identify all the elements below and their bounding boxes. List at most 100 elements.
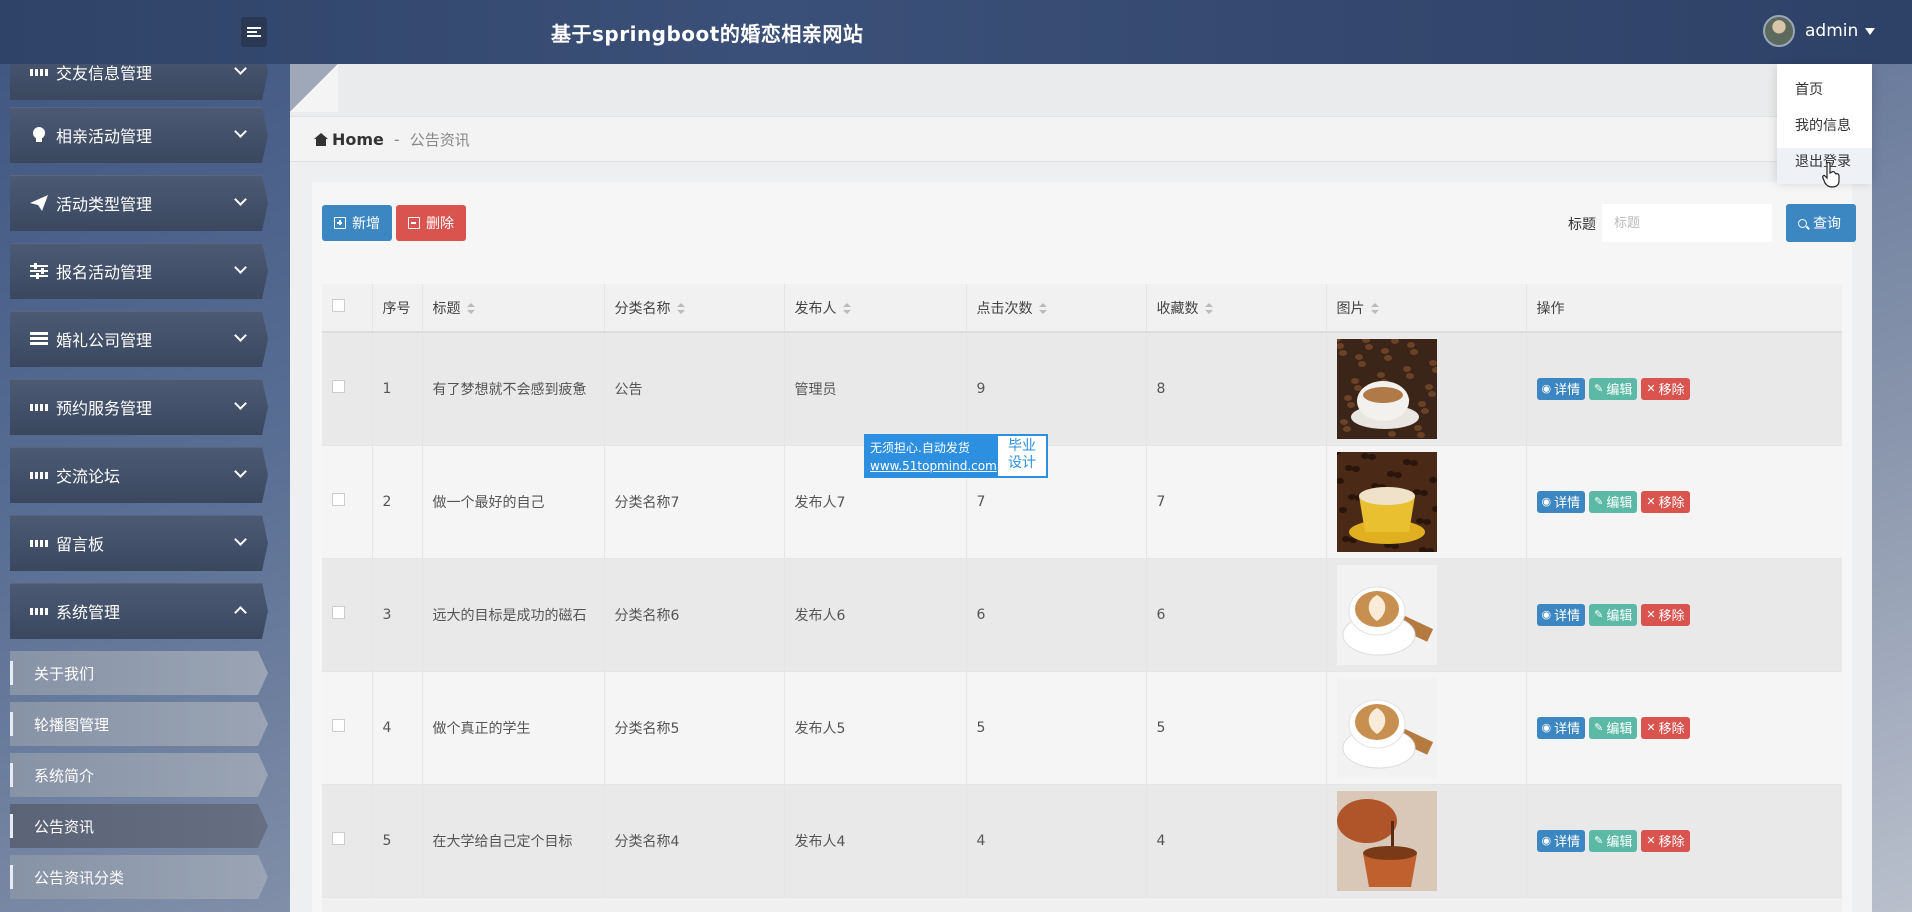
row-select-cell[interactable]	[322, 445, 373, 559]
sort-icon[interactable]	[1038, 303, 1047, 314]
sidebar-item-wedding-company[interactable]: 婚礼公司管理	[10, 311, 268, 367]
edit-button[interactable]: ✎ 编辑	[1589, 716, 1638, 739]
close-icon: ✕	[1646, 608, 1656, 621]
cell-publisher: 发布人6	[784, 558, 967, 672]
row-checkbox[interactable]	[332, 493, 345, 506]
sidebar-item-system[interactable]: 系统管理	[10, 583, 268, 639]
sidebar-item-activity-type[interactable]: 活动类型管理	[10, 175, 268, 231]
sidebar-subitem-about[interactable]: 关于我们	[10, 651, 268, 695]
select-all-cell[interactable]	[322, 284, 373, 333]
remove-button[interactable]: ✕ 移除	[1641, 377, 1690, 400]
menu-toggle-button[interactable]	[241, 17, 267, 47]
detail-button[interactable]: ◉ 详情	[1536, 377, 1586, 400]
search-button-label: 查询	[1813, 216, 1841, 232]
sidebar-item-registration[interactable]: 报名活动管理	[10, 243, 268, 299]
eye-icon: ◉	[1541, 608, 1552, 621]
edit-button[interactable]: ✎ 编辑	[1589, 490, 1638, 513]
delete-button[interactable]: 删除	[396, 205, 466, 241]
grid-icon	[30, 534, 48, 552]
edit-button[interactable]: ✎ 编辑	[1589, 603, 1638, 626]
sort-icon[interactable]	[1370, 303, 1379, 314]
server-icon	[30, 330, 48, 348]
row-select-cell[interactable]	[322, 671, 373, 785]
sidebar-item-forum[interactable]: 交流论坛	[10, 447, 268, 503]
row-checkbox[interactable]	[332, 606, 345, 619]
user-menu-toggle[interactable]: admin	[1763, 14, 1876, 48]
cell-index: 5	[372, 784, 423, 898]
row-checkbox[interactable]	[332, 380, 345, 394]
column-header[interactable]: 点击次数	[966, 284, 1147, 333]
sort-icon[interactable]	[1204, 303, 1213, 314]
row-select-cell[interactable]	[322, 332, 373, 446]
row-actions: ◉ 详情 ✎ 编辑 ✕ 移除	[1536, 490, 1842, 513]
search-icon	[1798, 218, 1807, 228]
hand-cursor-icon	[1822, 162, 1840, 188]
cell-category: 分类名称6	[604, 558, 785, 672]
detail-button[interactable]: ◉ 详情	[1536, 716, 1586, 739]
detail-button[interactable]: ◉ 详情	[1536, 603, 1586, 626]
row-checkbox[interactable]	[332, 832, 345, 845]
main-content: Home - 公告资讯 新增 删除 标题 查询	[290, 64, 1872, 912]
edit-button[interactable]: ✎ 编辑	[1589, 829, 1638, 852]
column-header-label: 发布人	[794, 300, 837, 317]
cell-index: 2	[372, 445, 423, 559]
cell-category: 公告	[604, 332, 785, 446]
remove-button[interactable]: ✕ 移除	[1641, 490, 1690, 513]
sidebar-subitem-notice-category[interactable]: 公告资讯分类	[10, 855, 268, 899]
edit-icon: ✎	[1594, 834, 1604, 847]
close-icon: ✕	[1646, 721, 1656, 734]
sort-icon[interactable]	[676, 303, 685, 314]
list-panel: 新增 删除 标题 查询 序号	[312, 182, 1856, 912]
breadcrumb-home[interactable]: Home	[332, 130, 384, 149]
eye-icon: ◉	[1541, 382, 1552, 396]
sidebar-subitem-system-intro[interactable]: 系统简介	[10, 753, 268, 797]
sidebar-subitem-notices[interactable]: 公告资讯	[10, 804, 268, 848]
search-input[interactable]	[1602, 204, 1772, 242]
plus-square-icon	[334, 217, 346, 229]
cell-favorites: 5	[1146, 671, 1327, 785]
menu-item-home[interactable]: 首页	[1777, 76, 1872, 112]
remove-button[interactable]: ✕ 移除	[1641, 716, 1690, 739]
sidebar-item-dating-info[interactable]: 交友信息管理	[10, 64, 268, 100]
detail-button[interactable]: ◉ 详情	[1536, 490, 1586, 513]
row-select-cell[interactable]	[322, 784, 373, 898]
sort-icon[interactable]	[466, 303, 475, 314]
sidebar-item-matchmaking-activity[interactable]: 相亲活动管理	[10, 107, 268, 163]
column-header[interactable]: 发布人	[784, 284, 967, 333]
cell-publisher: 发布人5	[784, 671, 967, 785]
remove-button[interactable]: ✕ 移除	[1641, 829, 1690, 852]
chevron-down-icon	[234, 533, 247, 546]
select-all-checkbox[interactable]	[332, 299, 345, 312]
menu-item-my-info[interactable]: 我的信息	[1777, 112, 1872, 148]
cell-image	[1326, 784, 1527, 898]
sidebar-item-booking-service[interactable]: 预约服务管理	[10, 379, 268, 435]
row-select-cell[interactable]	[322, 558, 373, 672]
column-header[interactable]: 标题	[422, 284, 605, 333]
sidebar-item-label: 预约服务管理	[56, 399, 153, 418]
search-button[interactable]: 查询	[1786, 204, 1856, 242]
sort-icon[interactable]	[842, 303, 851, 314]
edit-icon: ✎	[1594, 495, 1604, 508]
watermark-right2: 设计	[1008, 455, 1036, 471]
sidebar-item-label: 系统管理	[56, 603, 121, 622]
sidebar-subitem-label: 公告资讯分类	[34, 868, 125, 887]
row-actions: ◉ 详情 ✎ 编辑 ✕ 移除	[1536, 377, 1842, 400]
cell-actions: ◉ 详情 ✎ 编辑 ✕ 移除	[1526, 558, 1842, 672]
column-header[interactable]: 图片	[1326, 284, 1527, 333]
column-header[interactable]: 收藏数	[1146, 284, 1327, 333]
cell-actions: ◉ 详情 ✎ 编辑 ✕ 移除	[1526, 671, 1842, 785]
cell-favorites: 7	[1146, 445, 1327, 559]
add-button[interactable]: 新增	[322, 205, 392, 241]
remove-button[interactable]: ✕ 移除	[1641, 603, 1690, 626]
sidebar-subitem-label: 公告资讯	[34, 817, 95, 836]
caret-down-icon	[1865, 27, 1876, 35]
detail-button[interactable]: ◉ 详情	[1536, 829, 1586, 852]
row-checkbox[interactable]	[332, 719, 345, 732]
detail-button-label: 详情	[1554, 835, 1581, 850]
cell-clicks: 5	[966, 671, 1147, 785]
sidebar-subitem-carousel[interactable]: 轮播图管理	[10, 702, 268, 746]
column-header[interactable]: 分类名称	[604, 284, 785, 333]
sidebar-item-message-board[interactable]: 留言板	[10, 515, 268, 571]
edit-button[interactable]: ✎ 编辑	[1589, 377, 1638, 400]
cell-clicks: 9	[966, 332, 1147, 446]
